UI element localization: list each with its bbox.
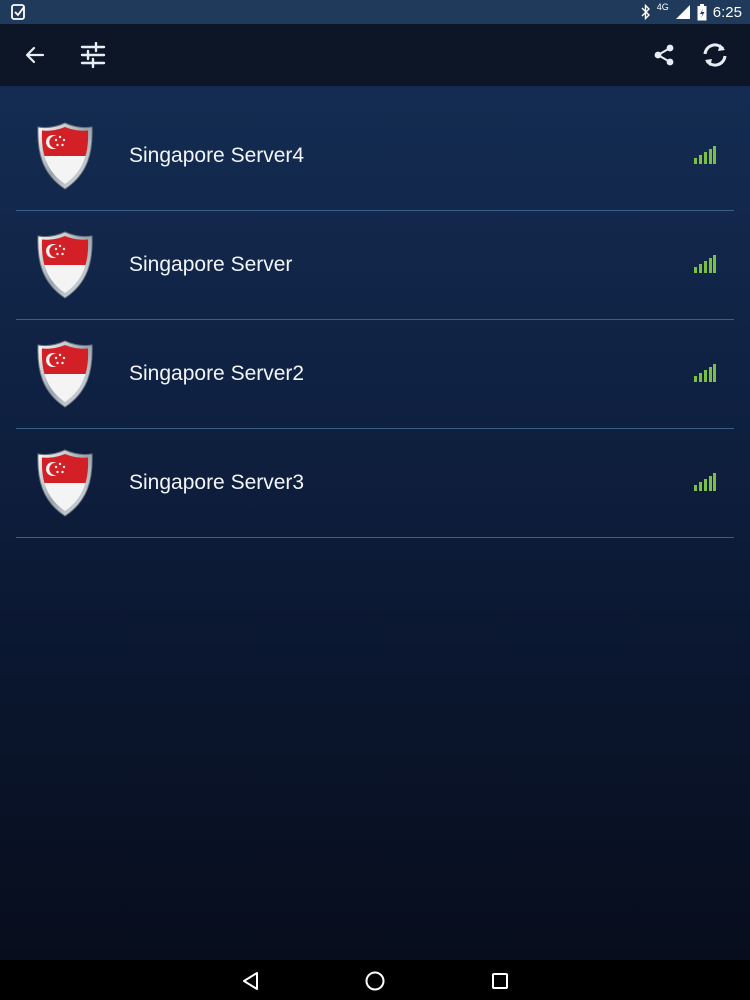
server-name: Singapore Server bbox=[129, 253, 293, 276]
battery-icon bbox=[697, 3, 707, 20]
refresh-icon[interactable] bbox=[697, 37, 733, 73]
bluetooth-icon bbox=[641, 4, 650, 20]
network-type: 4G bbox=[656, 2, 669, 12]
server-row[interactable]: Singapore Server4 bbox=[16, 102, 734, 211]
singapore-flag-shield-icon bbox=[37, 449, 93, 517]
singapore-flag-shield-icon bbox=[37, 122, 93, 190]
toolbar bbox=[0, 24, 750, 86]
server-row[interactable]: Singapore Server3 bbox=[16, 429, 734, 538]
server-name: Singapore Server3 bbox=[129, 471, 305, 494]
signal-strength-icon bbox=[694, 146, 716, 164]
server-list-panel: Singapore Server4 Singapore Server Singa… bbox=[0, 86, 750, 960]
status-icons: 4G 6:25 bbox=[641, 0, 742, 24]
signal-icon bbox=[675, 5, 690, 19]
share-icon[interactable] bbox=[646, 37, 682, 73]
server-list: Singapore Server4 Singapore Server Singa… bbox=[16, 102, 734, 538]
app-notification-icon bbox=[11, 4, 25, 20]
server-row[interactable]: Singapore Server bbox=[16, 211, 734, 320]
server-row[interactable]: Singapore Server2 bbox=[16, 320, 734, 429]
server-name: Singapore Server2 bbox=[129, 362, 305, 385]
singapore-flag-shield-icon bbox=[37, 231, 93, 299]
home-circle-icon[interactable] bbox=[360, 966, 390, 996]
clock: 6:25 bbox=[712, 3, 742, 21]
signal-strength-icon bbox=[694, 473, 716, 491]
signal-strength-icon bbox=[694, 364, 716, 382]
status-bar: 4G 6:25 bbox=[0, 0, 750, 24]
recents-square-icon[interactable] bbox=[485, 966, 515, 996]
signal-strength-icon bbox=[694, 255, 716, 273]
server-name: Singapore Server4 bbox=[129, 144, 305, 167]
filter-sliders-icon[interactable] bbox=[75, 37, 111, 73]
system-nav-bar bbox=[0, 960, 750, 1000]
singapore-flag-shield-icon bbox=[37, 340, 93, 408]
back-arrow-icon[interactable] bbox=[17, 37, 53, 73]
back-triangle-icon[interactable] bbox=[236, 966, 266, 996]
